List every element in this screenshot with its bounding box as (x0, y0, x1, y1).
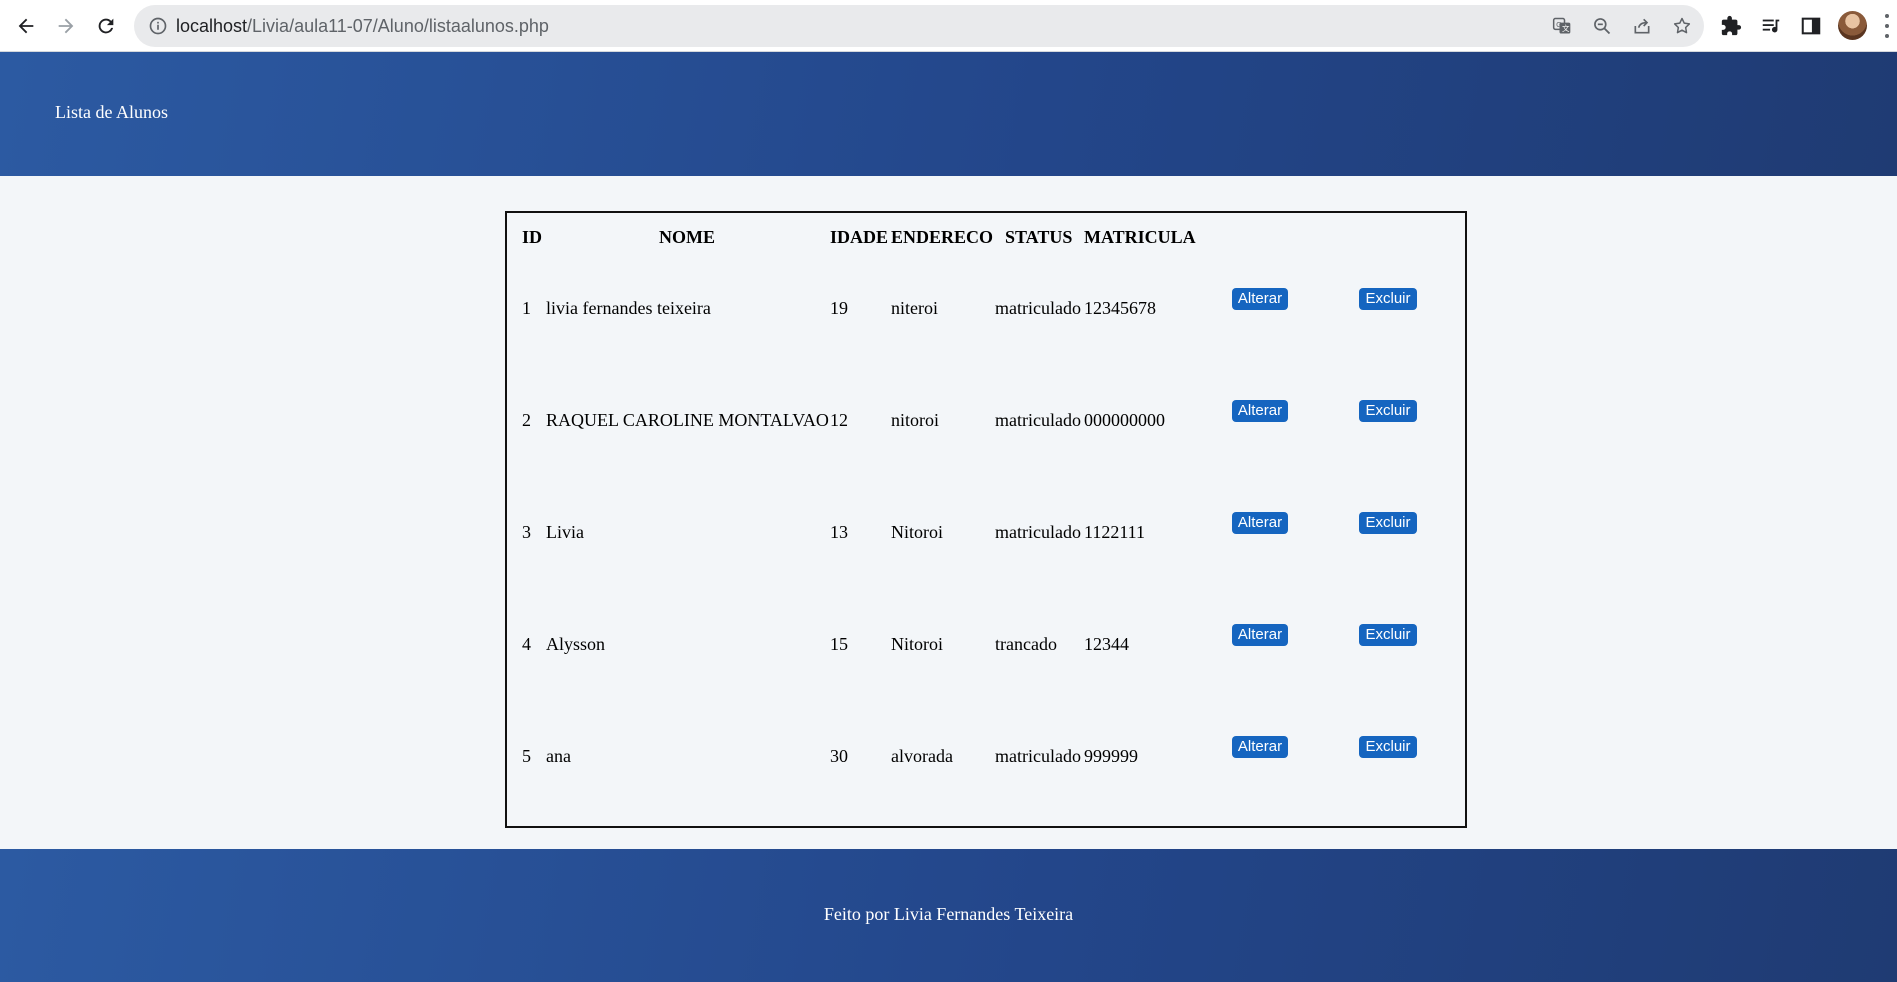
cell-idade: 15 (830, 634, 848, 654)
forward-button[interactable] (50, 10, 82, 42)
page-header: Lista de Alunos (0, 52, 1897, 176)
column-header-idade: IDADE (830, 227, 889, 247)
alterar-button[interactable]: Alterar (1232, 624, 1288, 646)
url-text[interactable]: localhost/Livia/aula11-07/Aluno/listaalu… (176, 16, 549, 36)
forward-icon (58, 18, 74, 34)
address-bar[interactable]: localhost/Livia/aula11-07/Aluno/listaalu… (134, 5, 1704, 47)
alterar-button[interactable]: Alterar (1232, 288, 1288, 310)
cell-idade: 30 (830, 746, 848, 766)
url-path: /Livia/aula11-07/Aluno/listaalunos.php (247, 16, 549, 36)
side-panel-button[interactable] (1797, 12, 1825, 40)
page-footer: Feito por Livia Fernandes Teixeira (0, 849, 1897, 982)
back-button[interactable] (10, 10, 42, 42)
cell-matricula: 1122111 (1084, 522, 1145, 542)
cell-matricula: 000000000 (1084, 410, 1165, 430)
cell-id: 2 (522, 410, 531, 430)
cell-matricula: 999999 (1084, 746, 1138, 766)
cell-idade: 19 (830, 298, 848, 318)
excluir-button[interactable]: Excluir (1359, 624, 1417, 646)
column-header-endereco: ENDERECO (891, 227, 994, 247)
browser-toolbar: localhost/Livia/aula11-07/Aluno/listaalu… (0, 0, 1897, 52)
site-info-icon[interactable] (148, 16, 168, 36)
column-header-nome: NOME (659, 227, 715, 247)
cell-matricula: 12344 (1084, 634, 1129, 654)
table-row: 2 RAQUEL CAROLINE MONTALVAO 12 nitoroi m… (507, 400, 1465, 440)
excluir-button[interactable]: Excluir (1359, 736, 1417, 758)
cell-id: 4 (522, 634, 531, 654)
alterar-button[interactable]: Alterar (1232, 512, 1288, 534)
column-header-status: STATUS (1005, 227, 1073, 247)
cell-nome: ana (546, 746, 571, 766)
reading-list-icon (1762, 19, 1780, 33)
cell-nome: RAQUEL CAROLINE MONTALVAO (546, 410, 829, 430)
excluir-button[interactable]: Excluir (1359, 288, 1417, 310)
back-icon (18, 18, 34, 34)
cell-status: trancado (995, 634, 1057, 654)
reload-button[interactable] (90, 10, 122, 42)
excluir-button[interactable]: Excluir (1359, 512, 1417, 534)
cell-endereco: Nitoroi (891, 522, 943, 542)
cell-idade: 12 (830, 410, 848, 430)
cell-matricula: 12345678 (1084, 298, 1156, 318)
page-title: Lista de Alunos (55, 102, 168, 122)
cell-status: matriculado (995, 746, 1081, 766)
svg-text:文: 文 (1562, 23, 1570, 33)
reading-list-button[interactable] (1757, 12, 1785, 40)
alterar-button[interactable]: Alterar (1232, 736, 1288, 758)
cell-idade: 13 (830, 522, 848, 542)
cell-endereco: Nitoroi (891, 634, 943, 654)
students-table: ID NOME IDADE ENDERECO STATUS MATRICULA … (505, 211, 1467, 828)
cell-id: 5 (522, 746, 531, 766)
cell-endereco: niteroi (891, 298, 938, 318)
table-row: 3 Livia 13 Nitoroi matriculado 1122111 A… (507, 512, 1465, 552)
excluir-button[interactable]: Excluir (1359, 400, 1417, 422)
share-button[interactable] (1630, 14, 1654, 38)
translate-button[interactable]: G文 (1550, 14, 1574, 38)
extensions-button[interactable] (1717, 12, 1745, 40)
column-header-id: ID (522, 227, 543, 247)
table-row: 4 Alysson 15 Nitoroi trancado 12344 Alte… (507, 624, 1465, 664)
profile-avatar[interactable] (1838, 11, 1867, 40)
url-host: localhost (176, 16, 248, 36)
bookmark-button[interactable] (1670, 14, 1694, 38)
cell-nome: livia fernandes teixeira (546, 298, 711, 318)
cell-status: matriculado (995, 522, 1081, 542)
alterar-button[interactable]: Alterar (1232, 400, 1288, 422)
table-row: 1 livia fernandes teixeira 19 niteroi ma… (507, 288, 1465, 328)
cell-nome: Alysson (546, 634, 606, 654)
cell-id: 3 (522, 522, 531, 542)
zoom-button[interactable] (1590, 14, 1614, 38)
reload-icon (98, 18, 114, 34)
side-panel-icon (1801, 17, 1821, 35)
translate-icon: G文 (1552, 17, 1571, 34)
zoom-out-icon (1594, 18, 1611, 35)
column-header-matricula: MATRICULA (1084, 227, 1196, 247)
table-row: 5 ana 30 alvorada matriculado 999999 Alt… (507, 736, 1465, 776)
footer-credit: Feito por Livia Fernandes Teixeira (823, 904, 1074, 924)
cell-endereco: alvorada (891, 746, 953, 766)
menu-kebab-icon[interactable] (1884, 14, 1890, 38)
cell-status: matriculado (995, 410, 1081, 430)
cell-nome: Livia (546, 522, 584, 542)
extensions-icon (1721, 15, 1742, 36)
bookmark-star-icon (1673, 17, 1691, 34)
cell-endereco: nitoroi (891, 410, 939, 430)
share-icon (1634, 18, 1650, 34)
cell-status: matriculado (995, 298, 1081, 318)
cell-id: 1 (522, 298, 531, 318)
